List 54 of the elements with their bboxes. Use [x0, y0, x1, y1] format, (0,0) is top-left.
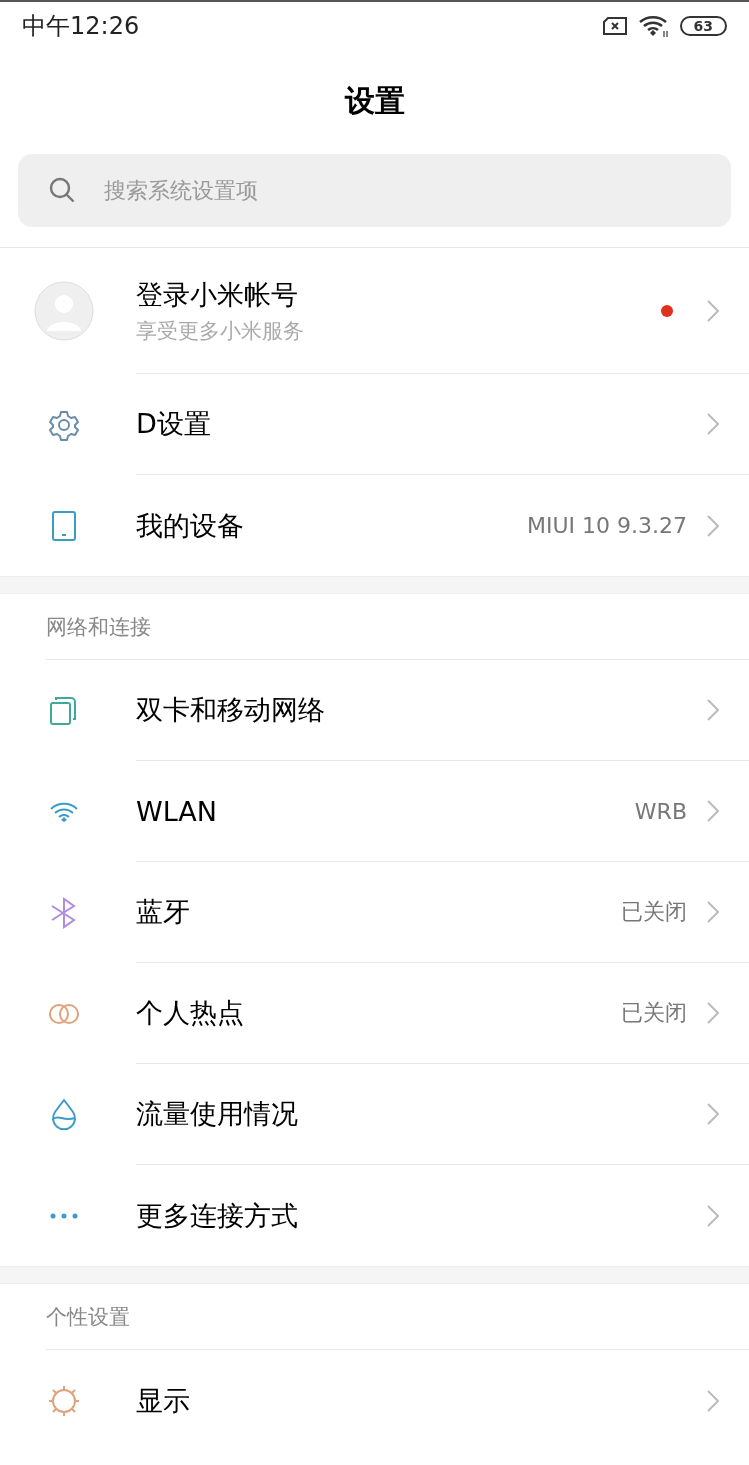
settings-row[interactable]: 个人热点 已关闭	[0, 963, 749, 1064]
chevron-icon	[707, 1103, 719, 1125]
settings-row[interactable]: 我的设备 MIUI 10 9.3.27	[0, 475, 749, 576]
avatar-icon	[34, 281, 94, 341]
page-title: 设置	[343, 82, 406, 120]
row-label: D设置	[136, 407, 212, 441]
row-label: 更多连接方式	[136, 1198, 299, 1233]
chevron-icon	[707, 901, 719, 923]
row-label: 蓝牙	[136, 895, 191, 929]
chevron-icon	[707, 413, 719, 435]
row-value: WRB	[634, 798, 687, 824]
settings-row[interactable]: 双卡和移动网络	[0, 660, 749, 761]
linked-rings-icon	[48, 1001, 80, 1026]
sim-cards-icon	[49, 695, 79, 726]
row-label: 我的设备	[136, 508, 245, 543]
wifi-icon	[49, 800, 79, 823]
search-field[interactable]: 搜索系统设置项	[18, 154, 731, 227]
account-title: 登录小米帐号	[136, 277, 299, 312]
water-drop-icon	[50, 1097, 78, 1132]
row-value: 已关闭	[621, 898, 687, 926]
section-header: 网络和连接	[46, 613, 151, 641]
chevron-icon	[707, 299, 719, 322]
account-row[interactable]: 登录小米帐号 享受更多小米服务	[0, 248, 749, 374]
row-label: 显示	[136, 1383, 191, 1418]
chevron-icon	[707, 1204, 719, 1227]
sun-icon	[47, 1383, 81, 1418]
tablet-icon	[51, 509, 77, 542]
status-time: 中午12:26	[22, 11, 140, 42]
more-icon	[50, 1212, 78, 1219]
row-value: MIUI 10 9.3.27	[527, 513, 687, 538]
settings-row[interactable]: 蓝牙 已关闭	[0, 862, 749, 963]
settings-row[interactable]: WLAN WRB	[0, 761, 749, 862]
gear-icon	[48, 408, 80, 441]
chevron-icon	[707, 699, 719, 721]
row-label: WLAN	[136, 795, 219, 827]
settings-row[interactable]: D设置	[0, 374, 749, 475]
chevron-icon	[707, 514, 719, 537]
row-value: 已关闭	[621, 999, 687, 1027]
chevron-icon	[707, 1389, 719, 1412]
settings-row[interactable]: 显示	[0, 1350, 749, 1451]
account-subtitle: 享受更多小米服务	[136, 317, 305, 345]
search-icon	[48, 176, 76, 204]
wifi-icon	[637, 14, 670, 38]
settings-row[interactable]: 更多连接方式	[0, 1165, 749, 1266]
no-sim-icon	[601, 16, 628, 36]
row-label: 双卡和移动网络	[136, 693, 326, 727]
row-label: 流量使用情况	[136, 1097, 299, 1131]
bluetooth-icon	[50, 896, 78, 929]
settings-row[interactable]: 流量使用情况	[0, 1064, 749, 1165]
battery-indicator: 63	[679, 16, 727, 36]
row-label: 个人热点	[136, 996, 245, 1030]
chevron-icon	[707, 800, 719, 822]
section-header: 个性设置	[46, 1303, 130, 1331]
chevron-icon	[707, 1002, 719, 1024]
